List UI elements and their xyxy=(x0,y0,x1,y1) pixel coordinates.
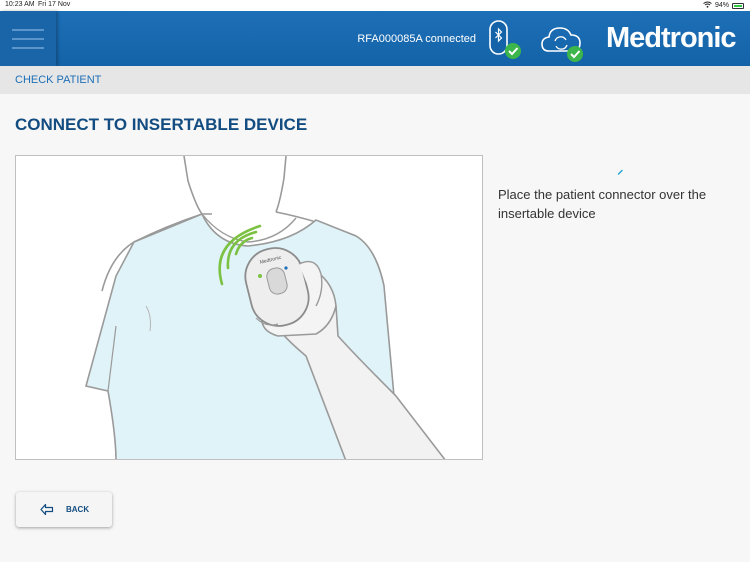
breadcrumb-label: CHECK PATIENT xyxy=(15,74,102,86)
connection-status-text: RFA000085A connected xyxy=(357,33,476,45)
app-screen: 10:23 AM Fri 17 Nov 94% RFA000085A conne… xyxy=(0,0,750,562)
breadcrumb: CHECK PATIENT xyxy=(0,66,750,94)
battery-percent: 94% xyxy=(714,2,729,9)
loading-spinner-icon xyxy=(617,169,623,175)
status-time: 10:23 AM xyxy=(5,1,35,8)
menu-button[interactable] xyxy=(0,11,56,66)
back-arrow-icon xyxy=(40,503,54,515)
status-date: Fri 17 Nov xyxy=(38,1,71,8)
menu-icon-line xyxy=(12,37,44,40)
cloud-sync-connected-icon xyxy=(541,27,583,62)
menu-icon-line xyxy=(12,28,44,31)
medtronic-logo: Medtronic xyxy=(606,22,737,54)
battery-icon xyxy=(732,2,744,9)
page-title: CONNECT TO INSERTABLE DEVICE xyxy=(15,115,308,134)
wifi-icon xyxy=(703,1,712,10)
status-right: 94% xyxy=(703,1,744,10)
patient-illustration-graphic: Medtronic xyxy=(85,156,446,459)
instruction-text: Place the patient connector over the ins… xyxy=(498,187,707,221)
back-button[interactable]: BACK xyxy=(16,492,112,527)
patient-connector-illustration: Medtronic xyxy=(15,155,483,460)
menu-icon-line xyxy=(12,46,44,49)
bluetooth-reader-connected-icon xyxy=(489,20,521,59)
status-bar: 10:23 AM Fri 17 Nov 94% xyxy=(0,0,750,11)
app-header: RFA000085A connected Medtronic xyxy=(0,11,750,66)
back-button-label: BACK xyxy=(66,505,90,514)
